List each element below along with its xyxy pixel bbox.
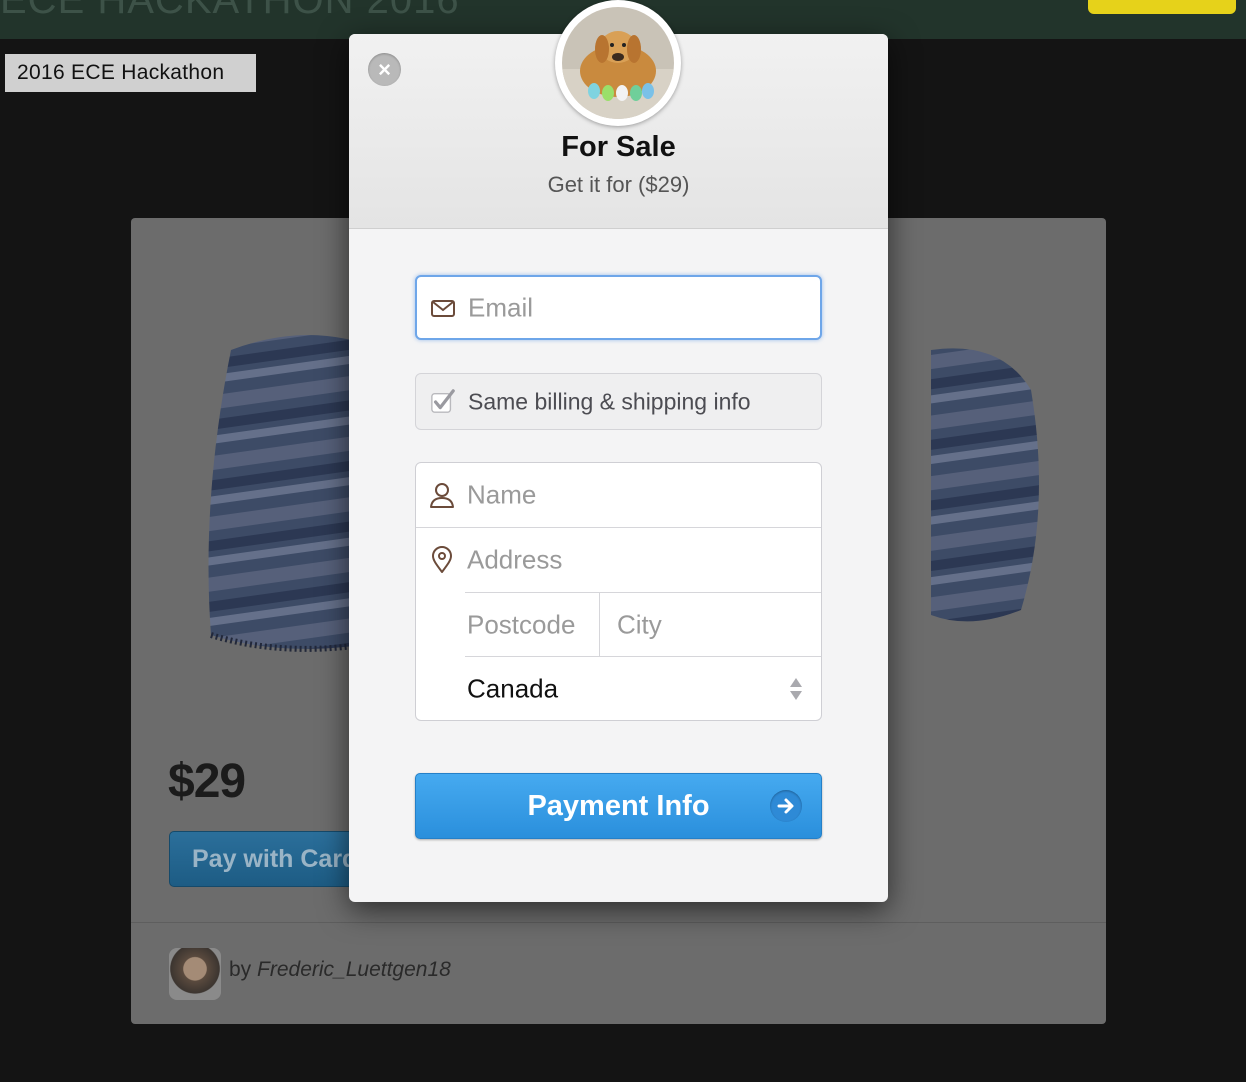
select-arrows-icon	[790, 678, 802, 700]
address-field[interactable]: Address	[416, 528, 821, 592]
postcode-placeholder: Postcode	[467, 609, 576, 640]
same-billing-checkbox[interactable]: Same billing & shipping info	[415, 373, 822, 430]
country-select[interactable]: Canada	[416, 657, 821, 720]
name-placeholder: Name	[467, 479, 537, 510]
person-icon	[430, 483, 454, 508]
close-button[interactable]: ×	[368, 53, 401, 86]
product-price: $29	[168, 755, 246, 808]
event-label[interactable]: 2016 ECE Hackathon	[5, 54, 256, 92]
card-divider	[131, 922, 1106, 923]
checkout-modal: × For Sale Get it for ($29) Email Same b…	[349, 0, 888, 902]
country-value: Canada	[467, 673, 559, 704]
same-billing-label: Same billing & shipping info	[468, 388, 751, 414]
payment-info-button[interactable]: Payment Info	[415, 773, 822, 839]
site-title: ECE HACKATHON 2016	[0, 0, 460, 22]
shipping-address-group: Name Address Postcode City Canada	[415, 462, 822, 721]
arrow-right-icon	[770, 790, 802, 822]
envelope-icon	[431, 299, 455, 317]
author-prefix: by	[229, 958, 252, 981]
email-field[interactable]: Email	[415, 275, 822, 340]
postcode-field[interactable]: Postcode	[465, 593, 599, 657]
author-name[interactable]: Frederic_Luettgen18	[257, 958, 451, 981]
author-byline: by Frederic_Luettgen18	[229, 958, 451, 982]
city-placeholder: City	[617, 609, 662, 640]
modal-subtitle: Get it for ($29)	[547, 172, 690, 197]
merchant-avatar	[555, 0, 681, 126]
dog-photo-icon	[562, 7, 674, 119]
city-field[interactable]: City	[600, 593, 821, 657]
top-bar-button[interactable]	[1088, 0, 1236, 14]
checkbox-icon[interactable]	[430, 388, 456, 415]
modal-title: For Sale	[561, 131, 676, 163]
email-placeholder: Email	[468, 292, 534, 322]
name-field[interactable]: Name	[416, 463, 821, 527]
location-pin-icon	[432, 546, 452, 573]
author-avatar[interactable]	[169, 948, 221, 1000]
payment-info-label: Payment Info	[527, 790, 710, 822]
address-placeholder: Address	[467, 544, 563, 575]
